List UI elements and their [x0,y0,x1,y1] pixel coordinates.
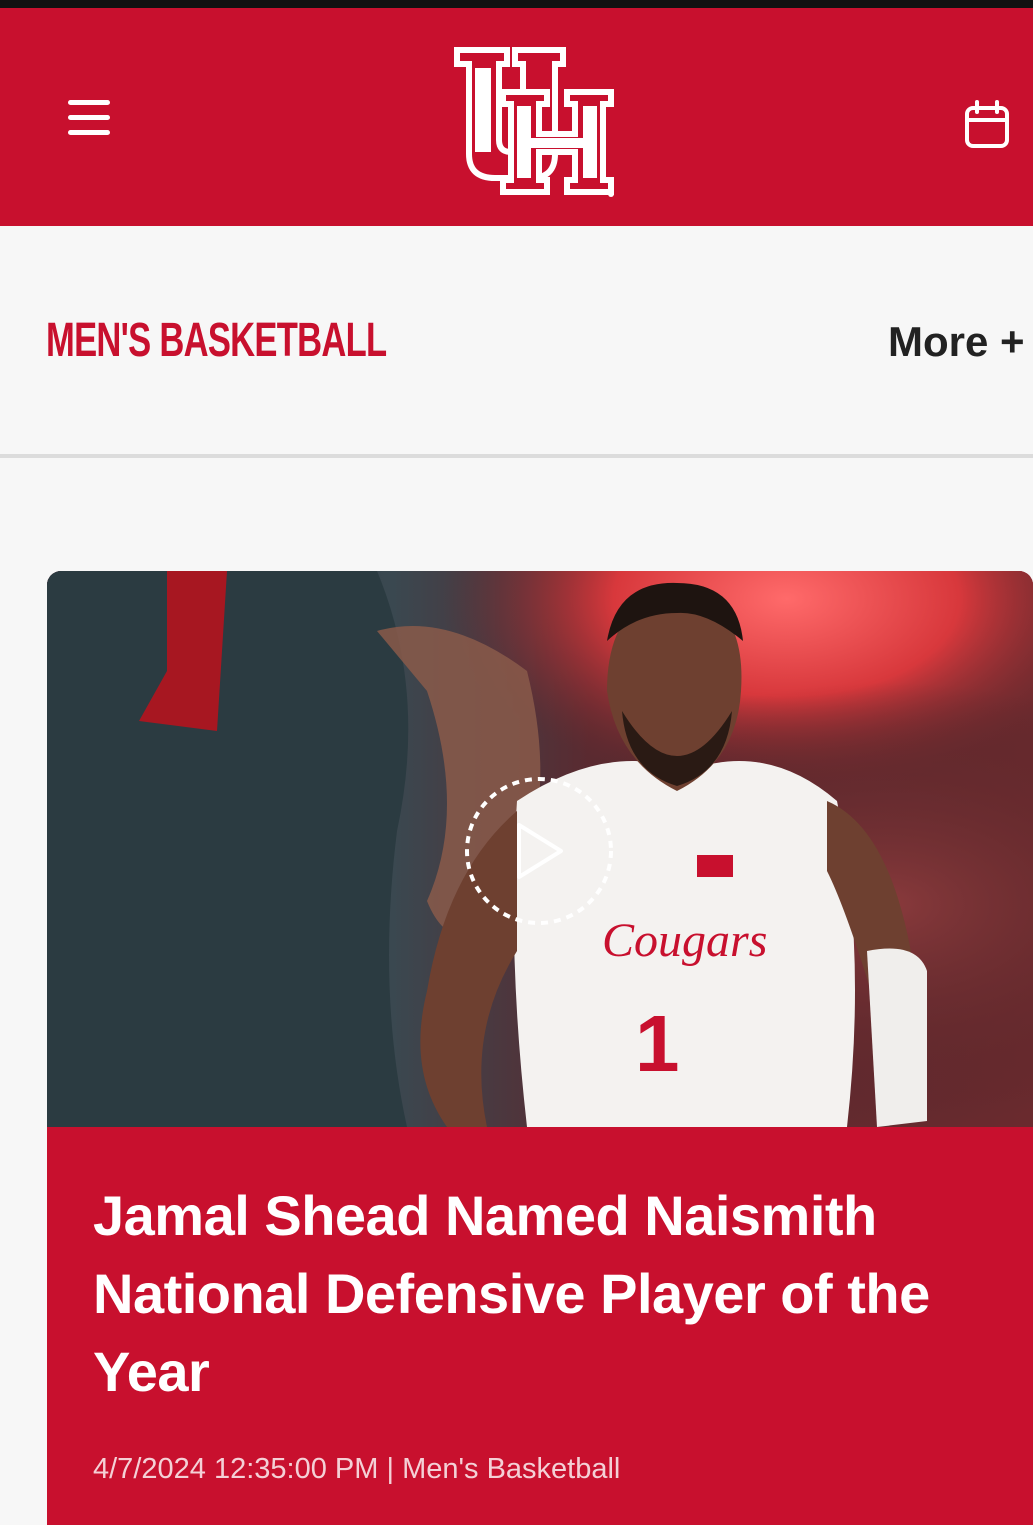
section-title: MEN'S BASKETBALL [46,314,387,367]
jersey-number: 1 [635,999,680,1088]
story-title[interactable]: Jamal Shead Named Naismith National Defe… [93,1177,993,1411]
divider [0,454,1033,458]
calendar-button[interactable] [958,96,1016,154]
site-header [0,8,1033,226]
hamburger-menu-button[interactable] [60,93,118,143]
featured-story-card[interactable]: Cougars 1 Jamal Shead Named Naismith Nat… [47,571,1033,1525]
meta-separator: | [386,1453,394,1485]
status-bar-edge [0,0,1033,8]
hamburger-menu-icon [68,100,110,105]
jersey-text: Cougars [602,914,767,967]
play-video-icon [517,823,563,879]
uh-logo[interactable] [451,44,621,199]
story-category[interactable]: Men's Basketball [402,1453,620,1485]
play-video-button[interactable] [461,773,617,929]
hamburger-line [68,130,110,135]
story-date: 4/7/2024 12:35:00 PM [93,1453,379,1485]
more-button[interactable]: More + [888,318,1025,366]
story-content: Jamal Shead Named Naismith National Defe… [47,1127,1033,1525]
story-meta: 4/7/2024 12:35:00 PM | Men's Basketball [93,1453,620,1486]
hamburger-line [68,115,110,120]
calendar-icon [965,100,1009,148]
